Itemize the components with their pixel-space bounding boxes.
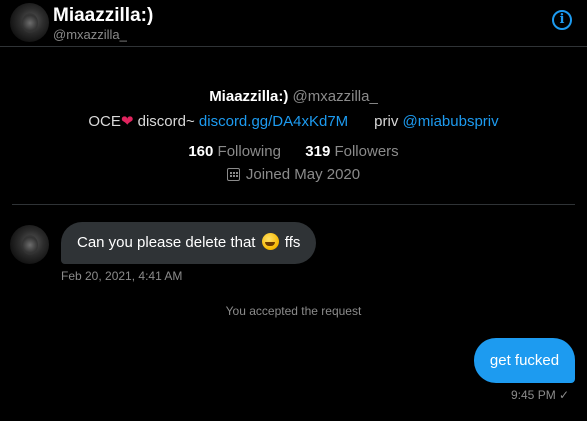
- incoming-message-bubble[interactable]: Can you please delete that ffs: [61, 222, 317, 264]
- bio-discord-label: discord~: [133, 113, 199, 130]
- profile-joined: Joined May 2020: [0, 166, 587, 183]
- conversation-header: Miaazzilla:) @mxazzilla_ i: [0, 0, 587, 46]
- heart-icon: ❤: [120, 113, 134, 130]
- profile-name: Miaazzilla:): [209, 88, 289, 105]
- outgoing-timestamp: 9:45 PM: [511, 388, 556, 402]
- incoming-text: Can you please delete that: [77, 234, 260, 251]
- following-label: Following: [217, 143, 281, 160]
- followers-stat[interactable]: 319 Followers: [305, 143, 398, 160]
- message-avatar[interactable]: [10, 225, 49, 264]
- header-name[interactable]: Miaazzilla:): [53, 5, 153, 27]
- header-handle: @mxazzilla_: [53, 27, 127, 42]
- laughing-emoji-icon: [261, 233, 279, 250]
- priv-account-link[interactable]: @miabubspriv: [403, 113, 499, 130]
- outgoing-meta: 9:45 PM ✓: [511, 388, 569, 402]
- header-avatar[interactable]: [10, 3, 49, 42]
- incoming-timestamp: Feb 20, 2021, 4:41 AM: [61, 269, 183, 283]
- outgoing-message-bubble[interactable]: get fucked: [474, 338, 575, 383]
- header-divider: [0, 46, 587, 47]
- followers-label: Followers: [334, 143, 399, 160]
- bio-prefix: OCE: [88, 113, 121, 130]
- profile-name-row: Miaazzilla:) @mxazzilla_: [0, 88, 587, 105]
- profile-bio: OCE❤ discord~ discord.gg/DA4xKd7M priv @m…: [0, 112, 587, 130]
- sent-check-icon: ✓: [559, 388, 570, 402]
- profile-stats: 160 Following 319 Followers: [0, 143, 587, 160]
- info-icon[interactable]: i: [552, 10, 572, 30]
- following-stat[interactable]: 160 Following: [188, 143, 281, 160]
- discord-link[interactable]: discord.gg/DA4xKd7M: [199, 113, 348, 130]
- bio-priv-label: priv: [374, 113, 403, 130]
- profile-divider: [12, 204, 575, 205]
- incoming-text-end: ffs: [280, 234, 301, 251]
- profile-handle: @mxazzilla_: [292, 88, 378, 105]
- system-message: You accepted the request: [225, 304, 362, 318]
- following-count: 160: [188, 143, 214, 160]
- joined-date: Joined May 2020: [245, 166, 361, 183]
- calendar-icon: [226, 168, 240, 181]
- followers-count: 319: [305, 143, 331, 160]
- outgoing-text: get fucked: [489, 352, 560, 369]
